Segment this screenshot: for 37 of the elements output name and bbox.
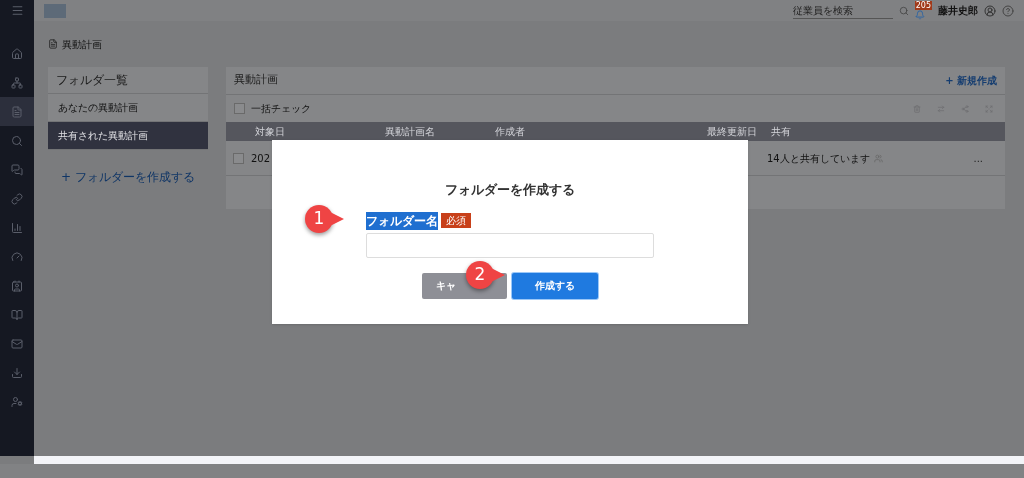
page-title: 異動計画 <box>62 37 102 52</box>
callout-tooltip: 1 <box>305 205 344 233</box>
bulk-check-label: 一括チェック <box>251 102 311 116</box>
help-icon[interactable] <box>1002 4 1014 17</box>
search-icon[interactable] <box>898 5 909 16</box>
callout-tooltip: 2 <box>466 261 505 289</box>
dialog-title: フォルダーを作成する <box>445 181 575 199</box>
folder-list-header: フォルダ一覧 <box>48 67 208 94</box>
folder-name-field[interactable] <box>366 232 654 258</box>
checkbox[interactable] <box>233 152 244 164</box>
folder-item[interactable]: あなたの異動計画 <box>48 94 208 122</box>
users-icon <box>873 153 883 163</box>
table-cell-text: 14人と共有しています <box>767 151 870 166</box>
notification-badge: 205 <box>914 1 932 10</box>
column-header: 共有 <box>771 125 792 139</box>
field-label: フォルダー名 <box>366 211 438 230</box>
folder-item[interactable]: 共有された異動計画 <box>48 122 208 150</box>
bell-icon[interactable] <box>914 10 925 20</box>
checkbox[interactable] <box>234 103 245 114</box>
logo-photo-placeholder <box>44 3 66 18</box>
column-header: 対象日 <box>255 125 286 139</box>
new-plan-link[interactable]: + 新規作成 <box>945 73 997 88</box>
row-menu[interactable]: ... <box>973 150 1005 166</box>
required-badge: 必須 <box>441 213 471 228</box>
column-header: 最終更新日 <box>707 125 758 139</box>
search-field[interactable]: 従業員を検索 <box>792 2 893 19</box>
avatar-icon[interactable] <box>984 4 996 17</box>
document-icon <box>48 39 58 49</box>
user-name: 藤井史郎 <box>938 4 978 18</box>
table-cell-text: 202 <box>251 151 271 166</box>
menu-icon[interactable] <box>10 4 24 17</box>
create-folder-link[interactable]: + フォルダーを作成する <box>48 168 208 186</box>
panel-title: 異動計画 <box>234 72 278 89</box>
column-header: 異動計画名 <box>385 125 436 139</box>
create-button[interactable]: 作成する <box>512 272 598 299</box>
column-header: 作成者 <box>495 125 526 139</box>
document-icon[interactable] <box>0 97 34 126</box>
